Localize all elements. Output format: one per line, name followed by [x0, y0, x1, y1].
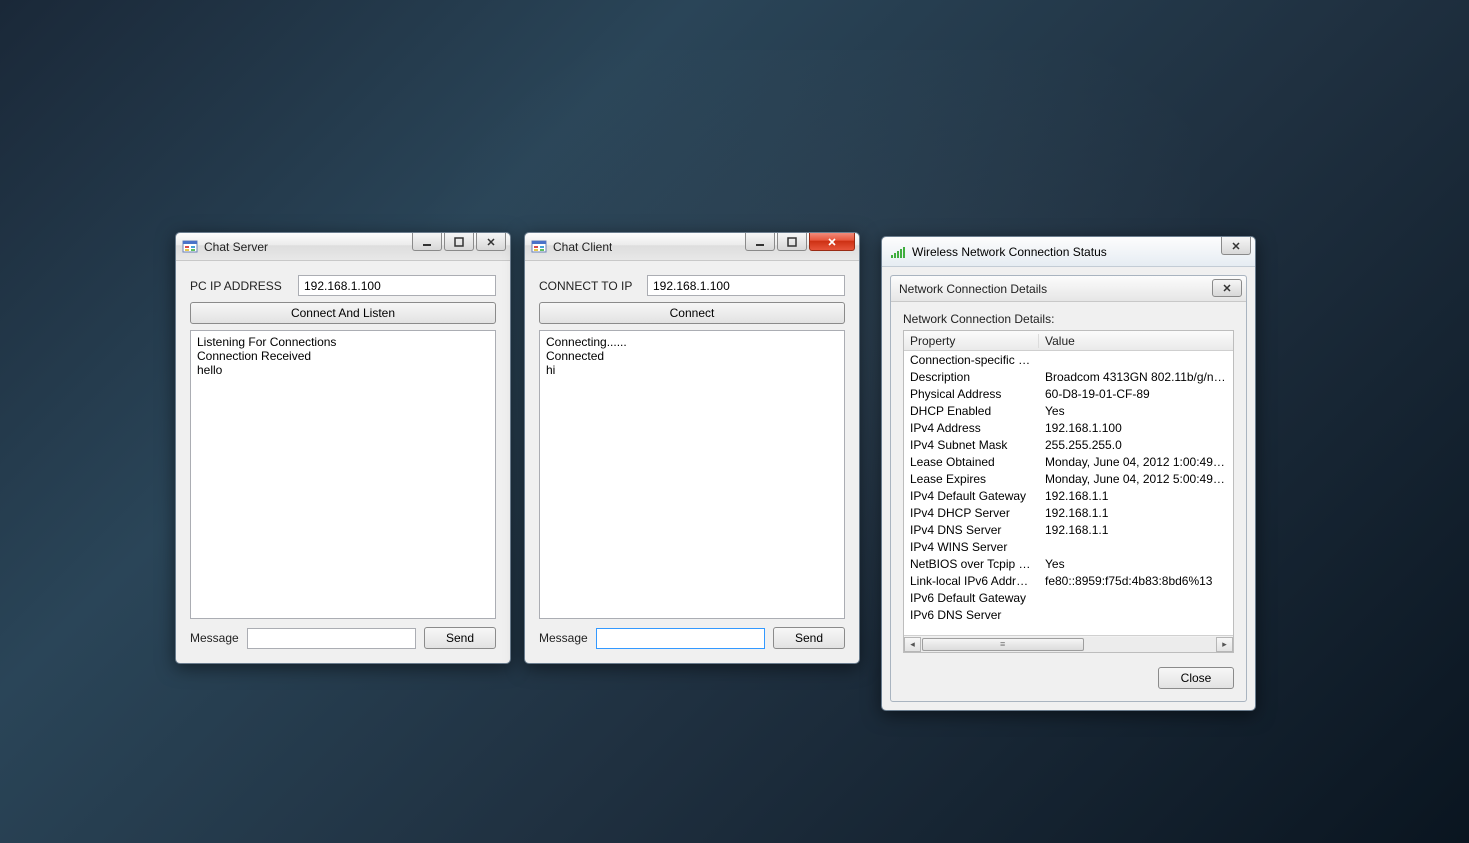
property-cell: IPv4 Address	[904, 421, 1039, 435]
details-close-button[interactable]: Close	[1158, 667, 1234, 689]
table-row[interactable]: Lease ExpiresMonday, June 04, 2012 5:00:…	[904, 470, 1233, 487]
close-button[interactable]	[809, 233, 855, 251]
value-cell: 192.168.1.1	[1039, 506, 1233, 520]
signal-icon	[890, 244, 906, 260]
details-group-label: Network Connection Details:	[903, 312, 1234, 326]
value-cell: Yes	[1039, 557, 1233, 571]
table-row[interactable]: IPv6 DNS Server	[904, 606, 1233, 623]
connect-to-ip-input[interactable]	[647, 275, 845, 296]
value-cell: 192.168.1.1	[1039, 523, 1233, 537]
header-property[interactable]: Property	[904, 334, 1039, 348]
property-cell: IPv4 DNS Server	[904, 523, 1039, 537]
table-row[interactable]: Link-local IPv6 Addressfe80::8959:f75d:4…	[904, 572, 1233, 589]
table-row[interactable]: IPv4 Default Gateway192.168.1.1	[904, 487, 1233, 504]
property-cell: Description	[904, 370, 1039, 384]
property-cell: IPv6 DNS Server	[904, 608, 1039, 622]
network-details-titlebar[interactable]: Network Connection Details	[891, 276, 1246, 302]
value-cell: 60-D8-19-01-CF-89	[1039, 387, 1233, 401]
property-cell: IPv4 Subnet Mask	[904, 438, 1039, 452]
details-table-header[interactable]: Property Value	[904, 331, 1233, 351]
property-cell: Physical Address	[904, 387, 1039, 401]
server-message-label: Message	[190, 631, 239, 645]
chat-server-title: Chat Server	[204, 240, 268, 254]
maximize-button[interactable]	[777, 233, 807, 251]
chat-client-titlebar[interactable]: Chat Client	[525, 233, 859, 261]
value-cell: 192.168.1.1	[1039, 489, 1233, 503]
table-row[interactable]: DescriptionBroadcom 4313GN 802.11b/g/n 1…	[904, 368, 1233, 385]
scroll-thumb[interactable]: ≡	[922, 638, 1084, 651]
table-row[interactable]: IPv6 Default Gateway	[904, 589, 1233, 606]
scroll-right-arrow[interactable]: ▸	[1216, 637, 1233, 652]
server-message-input[interactable]	[247, 628, 416, 649]
server-log-textarea[interactable]: Listening For Connections Connection Rec…	[190, 330, 496, 619]
scroll-track[interactable]: ≡	[921, 637, 1216, 652]
property-cell: DHCP Enabled	[904, 404, 1039, 418]
property-cell: IPv4 WINS Server	[904, 540, 1039, 554]
wireless-status-title: Wireless Network Connection Status	[912, 245, 1107, 259]
scroll-left-arrow[interactable]: ◂	[904, 637, 921, 652]
property-cell: IPv6 Default Gateway	[904, 591, 1039, 605]
app-icon	[531, 239, 547, 255]
table-row[interactable]: IPv4 DHCP Server192.168.1.1	[904, 504, 1233, 521]
table-row[interactable]: Connection-specific DN...	[904, 351, 1233, 368]
details-table: Property Value Connection-specific DN...…	[903, 330, 1234, 653]
network-details-title: Network Connection Details	[899, 282, 1047, 296]
client-send-button[interactable]: Send	[773, 627, 845, 649]
property-cell: Lease Expires	[904, 472, 1039, 486]
connect-and-listen-button[interactable]: Connect And Listen	[190, 302, 496, 324]
minimize-button[interactable]	[412, 233, 442, 251]
table-row[interactable]: Lease ObtainedMonday, June 04, 2012 1:00…	[904, 453, 1233, 470]
table-row[interactable]: NetBIOS over Tcpip En...Yes	[904, 555, 1233, 572]
value-cell: 255.255.255.0	[1039, 438, 1233, 452]
table-row[interactable]: DHCP EnabledYes	[904, 402, 1233, 419]
chat-client-window: Chat Client CONNECT TO IP Connect Connec…	[524, 232, 860, 664]
minimize-button[interactable]	[745, 233, 775, 251]
horizontal-scrollbar[interactable]: ◂ ≡ ▸	[904, 635, 1233, 652]
pc-ip-label: PC IP ADDRESS	[190, 279, 290, 293]
close-button[interactable]	[1221, 237, 1251, 255]
property-cell: IPv4 DHCP Server	[904, 506, 1039, 520]
connect-to-ip-label: CONNECT TO IP	[539, 279, 639, 293]
property-cell: NetBIOS over Tcpip En...	[904, 557, 1039, 571]
table-row[interactable]: Physical Address60-D8-19-01-CF-89	[904, 385, 1233, 402]
close-button[interactable]	[1212, 279, 1242, 297]
value-cell: Broadcom 4313GN 802.11b/g/n 1x1 Wi-	[1039, 370, 1233, 384]
header-value[interactable]: Value	[1039, 334, 1233, 348]
value-cell: Monday, June 04, 2012 5:00:49 PM	[1039, 472, 1233, 486]
table-row[interactable]: IPv4 DNS Server192.168.1.1	[904, 521, 1233, 538]
chat-server-window: Chat Server PC IP ADDRESS Connect And Li…	[175, 232, 511, 664]
table-row[interactable]: IPv4 Subnet Mask255.255.255.0	[904, 436, 1233, 453]
property-cell: IPv4 Default Gateway	[904, 489, 1039, 503]
value-cell: Yes	[1039, 404, 1233, 418]
table-row[interactable]: IPv4 Address192.168.1.100	[904, 419, 1233, 436]
client-log-textarea[interactable]: Connecting...... Connected hi	[539, 330, 845, 619]
chat-client-title: Chat Client	[553, 240, 612, 254]
property-cell: Connection-specific DN...	[904, 353, 1039, 367]
server-send-button[interactable]: Send	[424, 627, 496, 649]
value-cell: 192.168.1.100	[1039, 421, 1233, 435]
property-cell: Lease Obtained	[904, 455, 1039, 469]
pc-ip-input[interactable]	[298, 275, 496, 296]
property-cell: Link-local IPv6 Address	[904, 574, 1039, 588]
wireless-status-window: Wireless Network Connection Status Netwo…	[881, 236, 1256, 711]
client-message-label: Message	[539, 631, 588, 645]
value-cell: Monday, June 04, 2012 1:00:49 PM	[1039, 455, 1233, 469]
table-row[interactable]: IPv4 WINS Server	[904, 538, 1233, 555]
network-details-dialog: Network Connection Details Network Conne…	[890, 275, 1247, 702]
wireless-status-titlebar[interactable]: Wireless Network Connection Status	[882, 237, 1255, 267]
connect-button[interactable]: Connect	[539, 302, 845, 324]
maximize-button[interactable]	[444, 233, 474, 251]
close-button[interactable]	[476, 233, 506, 251]
value-cell: fe80::8959:f75d:4b83:8bd6%13	[1039, 574, 1233, 588]
app-icon	[182, 239, 198, 255]
chat-server-titlebar[interactable]: Chat Server	[176, 233, 510, 261]
client-message-input[interactable]	[596, 628, 765, 649]
